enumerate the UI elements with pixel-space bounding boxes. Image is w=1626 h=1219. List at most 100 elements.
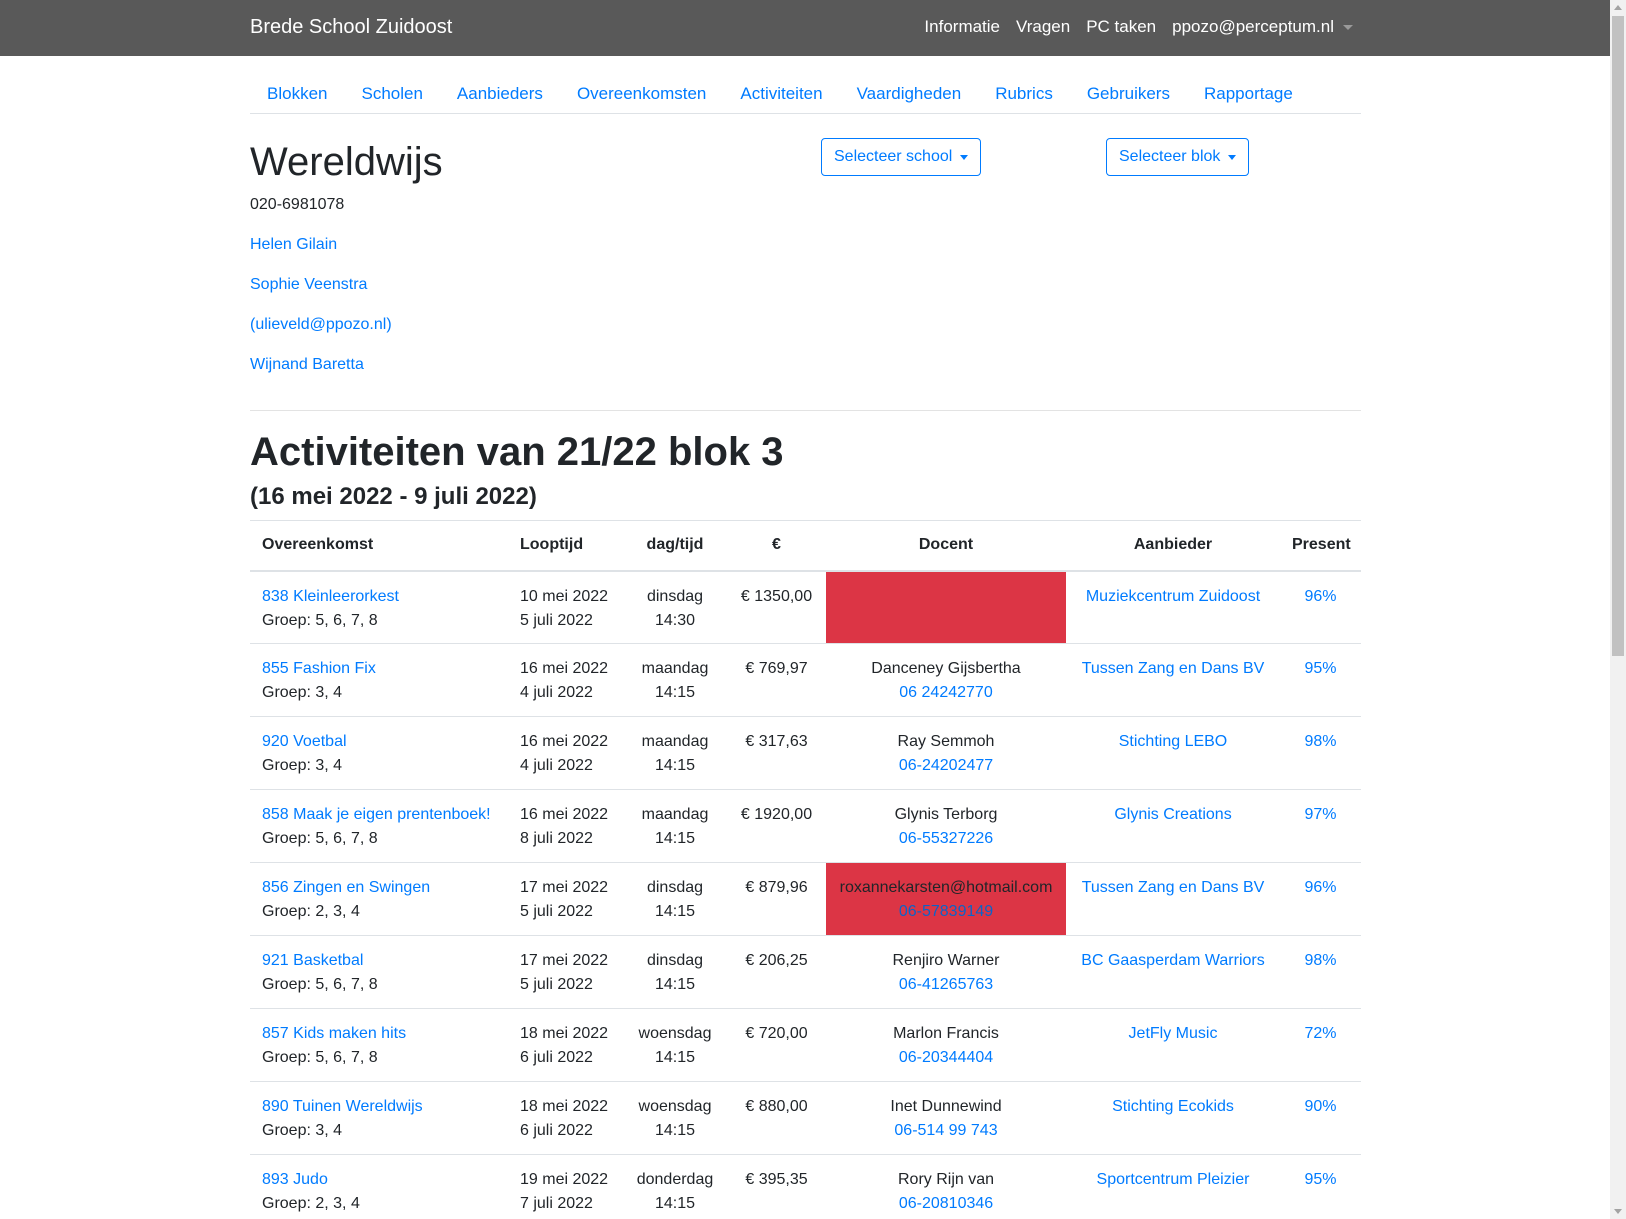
activity-groups: Groep: 5, 6, 7, 8 (262, 1049, 378, 1066)
end-date: 4 juli 2022 (520, 684, 593, 701)
docent-phone-link[interactable]: 06-514 99 743 (838, 1119, 1054, 1143)
docent-phone-link[interactable]: 06-24202477 (838, 754, 1054, 778)
start-date: 17 mei 2022 (520, 879, 609, 896)
activities-table-wrap: Overeenkomst Looptijd dag/tijd € Docent … (250, 520, 1361, 1219)
tab-blokken[interactable]: Blokken (250, 80, 344, 113)
aanbieder-link[interactable]: Muziekcentrum Zuidoost (1078, 585, 1268, 609)
aanbieder-link[interactable]: Stichting Ecokids (1078, 1095, 1268, 1119)
cell-dag-tijd: donderdag 14:15 (623, 1154, 727, 1219)
present-link[interactable]: 97% (1292, 803, 1349, 827)
cell-dag-tijd: woensdag 14:15 (623, 1081, 727, 1155)
cell-looptijd: 17 mei 2022 5 juli 2022 (508, 862, 623, 936)
aanbieder-link[interactable]: Tussen Zang en Dans BV (1078, 657, 1268, 681)
tab-gebruikers[interactable]: Gebruikers (1070, 80, 1187, 113)
cell-looptijd: 18 mei 2022 6 juli 2022 (508, 1008, 623, 1082)
nav-link-pc-taken[interactable]: PC taken (1086, 17, 1156, 37)
activity-link[interactable]: 857 Kids maken hits (262, 1022, 496, 1046)
scroll-down-icon[interactable] (1614, 1209, 1622, 1214)
docent-name: Marlon Francis (893, 1025, 999, 1042)
tab-vaardigheden[interactable]: Vaardigheden (840, 80, 979, 113)
end-date: 8 juli 2022 (520, 830, 593, 847)
aanbieder-link[interactable]: Sportcentrum Pleizier (1078, 1168, 1268, 1192)
tab-activiteiten[interactable]: Activiteiten (723, 80, 839, 113)
scroll-thumb[interactable] (1612, 16, 1624, 656)
chevron-down-icon[interactable] (1343, 25, 1353, 30)
page-scrollbar[interactable] (1610, 0, 1626, 1219)
contact-link[interactable]: Wijnand Baretta (250, 356, 364, 374)
start-date: 10 mei 2022 (520, 587, 609, 605)
weekday: dinsdag (646, 952, 704, 969)
cell-overeenkomst: 921 Basketbal Groep: 5, 6, 7, 8 (250, 935, 508, 1009)
weekday: dinsdag (646, 879, 704, 896)
weekday: maandag (641, 733, 709, 750)
present-link[interactable]: 95% (1292, 1168, 1349, 1192)
cell-dag-tijd: dinsdag 14:30 (623, 570, 727, 644)
contact-email-link[interactable]: (ulieveld@ppozo.nl) (250, 316, 392, 334)
docent-phone-link[interactable]: 06-55327226 (838, 827, 1054, 851)
present-link[interactable]: 98% (1292, 730, 1349, 754)
docent-phone-link[interactable]: 06-57839149 (838, 900, 1054, 924)
cell-overeenkomst: 893 Judo Groep: 2, 3, 4 (250, 1154, 508, 1219)
activity-link[interactable]: 920 Voetbal (262, 730, 496, 754)
cell-dag-tijd: dinsdag 14:15 (623, 862, 727, 936)
divider (250, 410, 1361, 411)
start-time: 14:15 (654, 1195, 696, 1212)
select-block-dropdown[interactable]: Selecteer blok (1106, 138, 1250, 176)
present-link[interactable]: 90% (1292, 1095, 1349, 1119)
present-link[interactable]: 96% (1292, 585, 1349, 609)
select-school-dropdown[interactable]: Selecteer school (821, 138, 982, 176)
select-school-label: Selecteer school (834, 148, 953, 165)
brand-link[interactable]: Brede School Zuidoost (250, 16, 452, 39)
activity-groups: Groep: 2, 3, 4 (262, 903, 360, 920)
user-menu[interactable]: ppozo@perceptum.nl (1172, 17, 1334, 37)
nav-link-vragen[interactable]: Vragen (1016, 17, 1070, 37)
aanbieder-link[interactable]: Stichting LEBO (1078, 730, 1268, 754)
present-link[interactable]: 98% (1292, 949, 1349, 973)
docent-phone-link[interactable]: 06 24242770 (838, 681, 1054, 705)
cell-aanbieder: Stichting Ecokids (1066, 1081, 1280, 1155)
present-link[interactable]: 72% (1292, 1022, 1349, 1046)
table-row: 838 Kleinleerorkest Groep: 5, 6, 7, 8 10 m… (250, 570, 1361, 644)
tab-rapportage[interactable]: Rapportage (1187, 80, 1310, 113)
activity-link[interactable]: 921 Basketbal (262, 949, 496, 973)
aanbieder-link[interactable]: JetFly Music (1078, 1022, 1268, 1046)
present-link[interactable]: 96% (1292, 876, 1349, 900)
activity-link[interactable]: 858 Maak je eigen prentenboek! (262, 803, 496, 827)
page-title: Wereldwijs (250, 140, 443, 184)
cell-aanbieder: Glynis Creations (1066, 789, 1280, 863)
aanbieder-link[interactable]: BC Gaasperdam Warriors (1078, 949, 1268, 973)
cell-docent: roxannekarsten@hotmail.com 06-57839149 (826, 862, 1066, 936)
docent-phone-link[interactable]: 06-20810346 (838, 1192, 1054, 1216)
activity-link[interactable]: 855 Fashion Fix (262, 657, 496, 681)
cell-overeenkomst: 856 Zingen en Swingen Groep: 2, 3, 4 (250, 862, 508, 936)
docent-phone-link[interactable]: 06-41265763 (838, 973, 1054, 997)
aanbieder-link[interactable]: Glynis Creations (1078, 803, 1268, 827)
docent-phone-link[interactable]: 06-20344404 (838, 1046, 1054, 1070)
docent-name: roxannekarsten@hotmail.com (839, 879, 1053, 896)
activity-link[interactable]: 856 Zingen en Swingen (262, 876, 496, 900)
present-link[interactable]: 95% (1292, 657, 1349, 681)
activity-link[interactable]: 838 Kleinleerorkest (262, 585, 496, 609)
tab-rubrics[interactable]: Rubrics (978, 80, 1070, 113)
tab-scholen[interactable]: Scholen (344, 80, 439, 113)
start-time: 14:15 (654, 830, 696, 847)
docent-name: Danceney Gijsbertha (871, 660, 1021, 677)
tab-overeenkomsten[interactable]: Overeenkomsten (560, 80, 723, 113)
contact-link[interactable]: Sophie Veenstra (250, 276, 367, 294)
aanbieder-link[interactable]: Tussen Zang en Dans BV (1078, 876, 1268, 900)
top-nav-links: Informatie Vragen PC taken ppozo@percept… (924, 17, 1334, 37)
scroll-up-icon[interactable] (1614, 5, 1622, 10)
caret-down-icon (1228, 154, 1237, 160)
start-time: 14:15 (654, 1049, 696, 1066)
nav-link-informatie[interactable]: Informatie (924, 17, 1000, 37)
activities-table: Overeenkomst Looptijd dag/tijd € Docent … (250, 520, 1361, 1219)
cell-price: € 1350,00 (727, 570, 826, 644)
header-price: € (727, 520, 826, 572)
activity-link[interactable]: 893 Judo (262, 1168, 496, 1192)
activity-link[interactable]: 890 Tuinen Wereldwijs (262, 1095, 496, 1119)
tab-aanbieders[interactable]: Aanbieders (440, 80, 560, 113)
cell-looptijd: 18 mei 2022 6 juli 2022 (508, 1081, 623, 1155)
cell-price: € 206,25 (727, 935, 826, 1009)
contact-link[interactable]: Helen Gilain (250, 236, 337, 254)
start-time: 14:15 (654, 684, 696, 701)
